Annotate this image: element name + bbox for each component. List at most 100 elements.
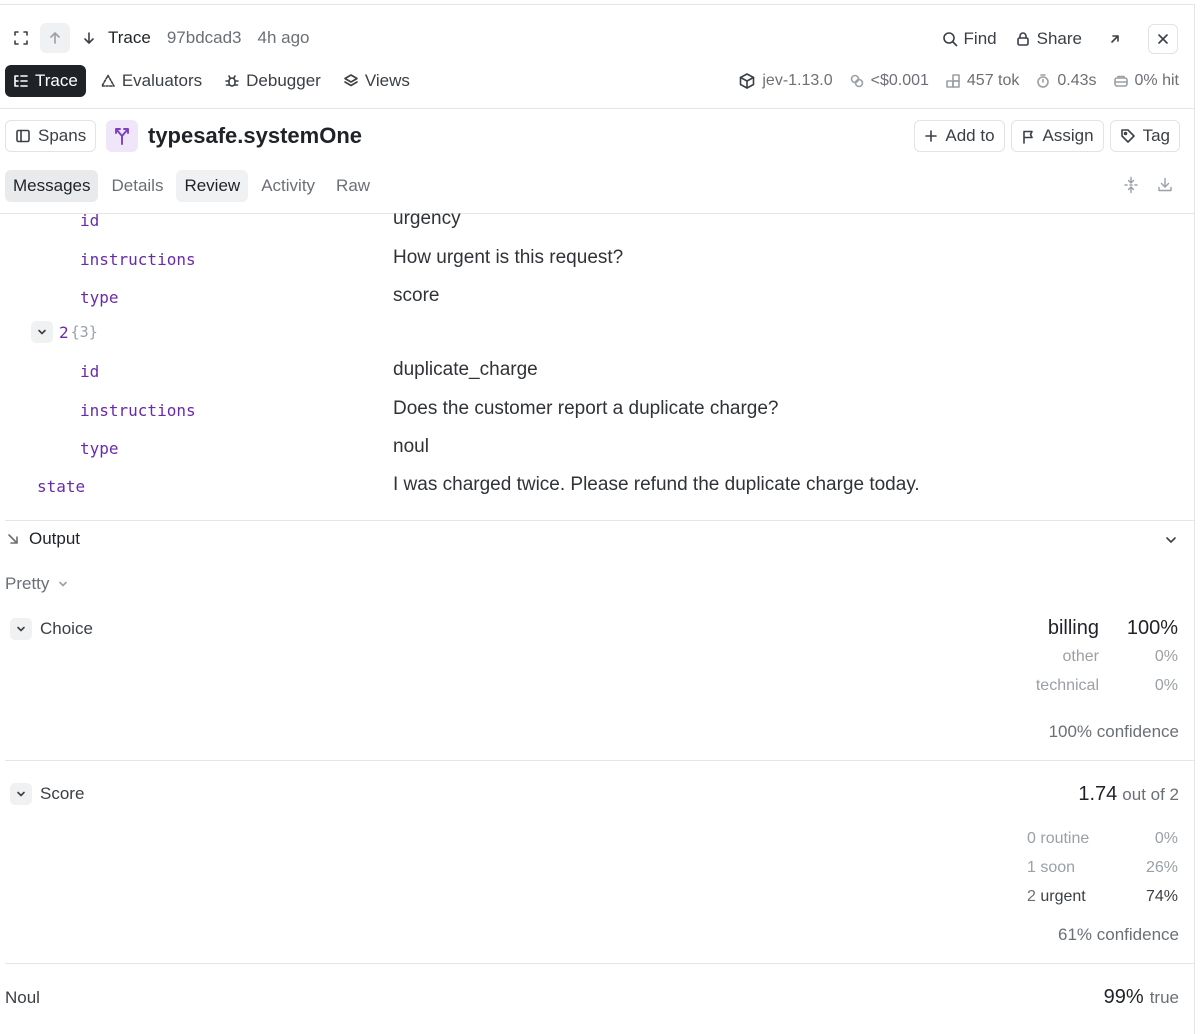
tab-trace[interactable]: Trace — [5, 65, 86, 97]
tab-activity[interactable]: Activity — [253, 170, 323, 202]
open-external-button[interactable] — [1100, 24, 1130, 54]
message-tools — [1122, 176, 1174, 194]
score-header[interactable]: Score — [10, 783, 84, 805]
share-button[interactable]: Share — [1015, 29, 1082, 49]
group-value-id: duplicate_charge — [393, 359, 538, 380]
arrow-up-icon — [50, 32, 60, 44]
download-button[interactable] — [1156, 176, 1174, 194]
collapse-all-button[interactable] — [1122, 176, 1140, 194]
flag-icon — [1022, 130, 1033, 144]
input-key-id: id — [80, 211, 100, 230]
output-collapse-button[interactable] — [1164, 533, 1178, 547]
assign-button[interactable]: Assign — [1010, 120, 1104, 152]
tab-views[interactable]: Views — [343, 71, 410, 91]
output-format-select[interactable]: Pretty — [5, 574, 69, 594]
close-icon — [1158, 34, 1168, 44]
tab-review[interactable]: Review — [176, 170, 249, 202]
choice-confidence: 100% confidence — [1048, 722, 1179, 741]
choice-top-label: billing — [1047, 617, 1099, 639]
tag-icon — [1120, 129, 1135, 143]
tab-evaluators-label: Evaluators — [121, 71, 203, 90]
input-value-state: I was charged twice. Please refund the d… — [393, 474, 920, 495]
choice-technical-label: technical — [1035, 677, 1099, 694]
tab-evaluators[interactable]: Evaluators — [100, 71, 202, 91]
find-button[interactable]: Find — [942, 29, 997, 49]
choice-technical-row: technical 0% — [1036, 677, 1178, 695]
tab-messages[interactable]: Messages — [5, 170, 99, 202]
expand-icon — [14, 31, 28, 45]
input-group-2[interactable]: 2 {3} — [31, 321, 98, 343]
output-section-header[interactable]: Output — [7, 529, 80, 549]
collapse-icon — [1124, 176, 1138, 194]
noul-label: Noul — [5, 988, 40, 1007]
choice-other-row: other 0% — [1063, 648, 1178, 666]
share-label: Share — [1036, 29, 1082, 48]
score-toggle[interactable] — [10, 783, 32, 805]
plus-icon — [925, 130, 938, 142]
tag-button[interactable]: Tag — [1109, 120, 1180, 152]
assign-label: Assign — [1042, 126, 1094, 145]
branch-icon — [115, 128, 129, 145]
score-level-0-num: 0 — [1027, 830, 1036, 847]
list-tree-icon — [14, 75, 28, 87]
panel-frame — [0, 4, 1195, 1034]
score-out-of: out of 2 — [1122, 785, 1179, 804]
choice-toggle[interactable] — [10, 618, 32, 640]
cost-stat: <$0.001 — [849, 72, 929, 90]
spans-toggle-button[interactable]: Spans — [5, 120, 97, 152]
header-actions: Find Share — [942, 24, 1178, 54]
tab-views-label: Views — [364, 71, 410, 90]
score-label: Score — [40, 784, 85, 803]
tabs-divider — [0, 213, 1194, 214]
score-level-2-pct: 74% — [1145, 888, 1178, 905]
previous-button[interactable] — [40, 23, 70, 53]
score-value-row: 1.74 out of 2 — [1078, 783, 1179, 806]
group-key-type: type — [80, 439, 119, 458]
choice-top-pct: 100% — [1126, 617, 1178, 639]
tab-raw[interactable]: Raw — [328, 170, 378, 202]
add-to-button[interactable]: Add to — [914, 120, 1005, 152]
arrow-up-right-icon — [1111, 35, 1119, 43]
cube-icon — [740, 73, 755, 89]
score-level-0-pct: 0% — [1154, 830, 1178, 847]
noul-value-row: 99% true — [1104, 986, 1179, 1009]
tab-debugger[interactable]: Debugger — [224, 71, 321, 91]
choice-label: Choice — [40, 619, 93, 638]
tokens-stat: 457 tok — [945, 72, 1019, 90]
score-level-2-num: 2 — [1027, 888, 1036, 905]
version-value: jev-1.13.0 — [762, 72, 833, 89]
group-key-id: id — [80, 362, 100, 381]
group-toggle[interactable] — [31, 321, 53, 343]
choice-header[interactable]: Choice — [10, 618, 93, 640]
tab-debugger-label: Debugger — [246, 71, 321, 90]
find-label: Find — [963, 29, 997, 48]
chevron-down-icon — [59, 581, 68, 587]
sidebar-icon — [16, 129, 30, 143]
score-level-0-label: routine — [1040, 830, 1090, 847]
cache-hit-value: 0% hit — [1134, 72, 1179, 89]
trace-header: Trace 97bdcad3 4h ago — [12, 23, 310, 53]
blocks-icon — [946, 74, 960, 88]
add-to-label: Add to — [945, 126, 995, 145]
next-button[interactable] — [74, 23, 104, 53]
trace-label: Trace — [108, 28, 151, 47]
choice-other-label: other — [1062, 648, 1099, 665]
expand-button[interactable] — [6, 23, 36, 53]
input-key-state: state — [37, 477, 86, 496]
score-level-1-num: 1 — [1027, 859, 1036, 876]
output-label: Output — [29, 529, 81, 548]
nav-tabs: Trace Evaluators Debugger Views — [5, 65, 410, 97]
tab-details[interactable]: Details — [103, 170, 171, 202]
choice-technical-pct: 0% — [1154, 677, 1178, 694]
group-value-instructions: Does the customer report a duplicate cha… — [393, 398, 779, 419]
cache-hit-stat: 0% hit — [1113, 72, 1179, 90]
chevron-down-icon — [38, 329, 46, 335]
trace-id[interactable]: 97bdcad3 — [167, 28, 242, 48]
noul-pct: 99% — [1103, 986, 1144, 1008]
cost-value: <$0.001 — [870, 72, 929, 89]
close-button[interactable] — [1148, 24, 1178, 54]
input-key-instructions: instructions — [80, 250, 196, 269]
score-level-0: 0 routine 0% — [1027, 830, 1178, 848]
input-key-type: type — [80, 288, 119, 307]
input-divider — [5, 520, 1194, 521]
